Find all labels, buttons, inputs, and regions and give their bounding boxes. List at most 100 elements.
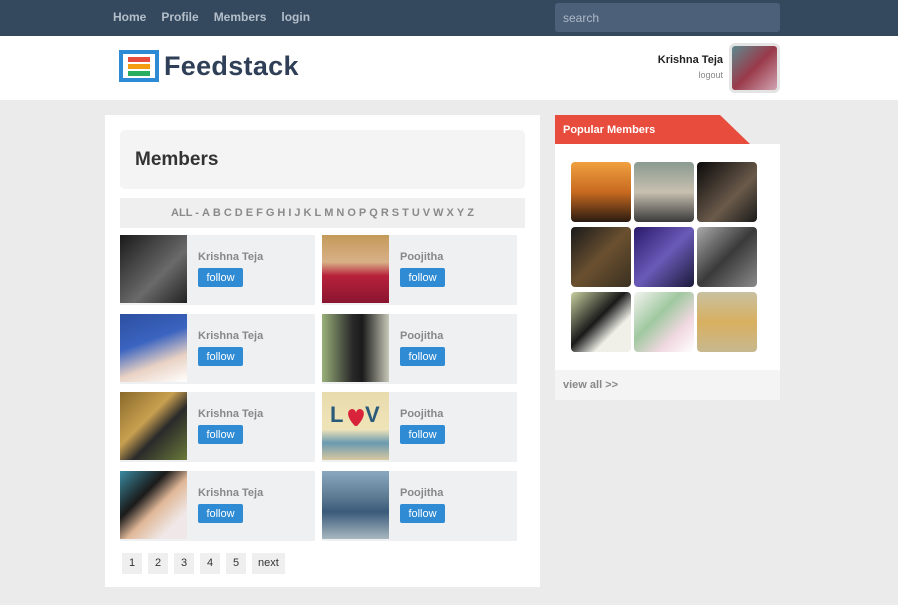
next-page-link[interactable]: next xyxy=(252,553,285,574)
filter-letter[interactable]: V xyxy=(423,207,430,219)
member-photo[interactable] xyxy=(322,314,389,382)
filter-letter[interactable]: Q xyxy=(369,207,378,219)
filter-letter[interactable]: G xyxy=(266,207,275,219)
filter-letter[interactable]: M xyxy=(324,207,333,219)
filter-letter[interactable]: O xyxy=(347,207,356,219)
member-card: L V Poojitha follow xyxy=(322,392,517,462)
member-photo[interactable] xyxy=(120,235,187,303)
follow-button[interactable]: follow xyxy=(400,504,445,523)
follow-button[interactable]: follow xyxy=(198,425,243,444)
member-card: Krishna Teja follow xyxy=(120,471,315,541)
member-photo[interactable] xyxy=(120,314,187,382)
filter-letter[interactable]: P xyxy=(359,207,366,219)
nav-login-link[interactable]: login xyxy=(281,10,310,24)
page-link[interactable]: 1 xyxy=(122,553,142,574)
member-photo[interactable] xyxy=(322,471,389,539)
popular-member-photo[interactable] xyxy=(697,227,757,287)
member-card: Krishna Teja follow xyxy=(120,314,315,384)
user-name[interactable]: Krishna Teja xyxy=(658,54,723,66)
love-image: L V xyxy=(330,402,380,427)
page-link[interactable]: 4 xyxy=(200,553,220,574)
member-name[interactable]: Krishna Teja xyxy=(198,330,263,342)
follow-button[interactable]: follow xyxy=(400,347,445,366)
member-name[interactable]: Poojitha xyxy=(400,330,443,342)
filter-letter[interactable]: K xyxy=(304,207,312,219)
member-name[interactable]: Krishna Teja xyxy=(198,251,263,263)
nav-home-link[interactable]: Home xyxy=(113,10,146,24)
nav-members-link[interactable]: Members xyxy=(214,10,267,24)
popular-members-panel: view all >> xyxy=(555,144,780,400)
title-box: Members xyxy=(120,130,525,189)
member-name[interactable]: Krishna Teja xyxy=(198,487,263,499)
member-card: Poojitha follow xyxy=(322,471,517,541)
popular-member-photo[interactable] xyxy=(697,162,757,222)
top-navbar: Home Profile Members login xyxy=(0,0,898,36)
user-avatar[interactable] xyxy=(729,43,780,93)
popular-member-photo[interactable] xyxy=(571,227,631,287)
filter-letter[interactable]: L xyxy=(314,207,321,219)
site-header: Feedstack Krishna Teja logout xyxy=(0,36,898,100)
popular-member-photo[interactable] xyxy=(697,292,757,352)
follow-button[interactable]: follow xyxy=(400,268,445,287)
filter-letter[interactable]: T xyxy=(402,207,409,219)
page-title: Members xyxy=(135,149,219,170)
page-link[interactable]: 5 xyxy=(226,553,246,574)
page-link[interactable]: 2 xyxy=(148,553,168,574)
filter-letter[interactable]: Y xyxy=(457,207,464,219)
svg-text:V: V xyxy=(365,402,380,427)
member-name[interactable]: Krishna Teja xyxy=(198,408,263,420)
popular-member-photo[interactable] xyxy=(634,162,694,222)
filter-letter[interactable]: E xyxy=(246,207,253,219)
filter-letter[interactable]: B xyxy=(213,207,221,219)
member-card: Poojitha follow xyxy=(322,235,517,305)
logout-link[interactable]: logout xyxy=(658,70,723,80)
main-nav: Home Profile Members login xyxy=(113,10,310,24)
member-photo[interactable] xyxy=(120,392,187,460)
member-photo[interactable]: L V xyxy=(322,392,389,460)
popular-member-photo[interactable] xyxy=(571,162,631,222)
logo-icon xyxy=(119,50,159,82)
pagination: 1 2 3 4 5 next xyxy=(122,553,285,574)
member-name[interactable]: Poojitha xyxy=(400,251,443,263)
page-link[interactable]: 3 xyxy=(174,553,194,574)
popular-member-photo[interactable] xyxy=(634,227,694,287)
member-name[interactable]: Poojitha xyxy=(400,408,443,420)
filter-letter[interactable]: U xyxy=(412,207,420,219)
filter-letter[interactable]: S xyxy=(392,207,399,219)
follow-button[interactable]: follow xyxy=(198,347,243,366)
popular-member-photo[interactable] xyxy=(571,292,631,352)
member-card: Poojitha follow xyxy=(322,314,517,384)
popular-member-photo[interactable] xyxy=(634,292,694,352)
user-info: Krishna Teja logout xyxy=(658,54,723,80)
member-photo[interactable] xyxy=(322,235,389,303)
popular-members-tab: Popular Members xyxy=(555,115,750,144)
nav-profile-link[interactable]: Profile xyxy=(161,10,198,24)
filter-letter[interactable]: C xyxy=(224,207,232,219)
member-name[interactable]: Poojitha xyxy=(400,487,443,499)
filter-letter[interactable]: J xyxy=(294,207,300,219)
popular-members-footer: view all >> xyxy=(555,370,780,400)
filter-all[interactable]: ALL - xyxy=(171,207,199,219)
popular-members-title: Popular Members xyxy=(563,124,656,136)
follow-button[interactable]: follow xyxy=(198,268,243,287)
search-input[interactable] xyxy=(555,3,780,32)
follow-button[interactable]: follow xyxy=(198,504,243,523)
member-card: Krishna Teja follow xyxy=(120,235,315,305)
filter-letter[interactable]: Z xyxy=(467,207,474,219)
follow-button[interactable]: follow xyxy=(400,425,445,444)
filter-letter[interactable]: I xyxy=(288,207,291,219)
filter-letter[interactable]: X xyxy=(447,207,454,219)
filter-letter[interactable]: R xyxy=(381,207,389,219)
filter-letter[interactable]: D xyxy=(235,207,243,219)
site-logo[interactable]: Feedstack xyxy=(119,50,299,82)
logo-text: Feedstack xyxy=(164,50,299,81)
svg-text:L: L xyxy=(330,402,343,427)
filter-letter[interactable]: A xyxy=(202,207,210,219)
filter-letter[interactable]: F xyxy=(256,207,263,219)
members-panel: Members ALL - A B C D E F G H I J K L M … xyxy=(105,115,540,587)
member-photo[interactable] xyxy=(120,471,187,539)
view-all-link[interactable]: view all >> xyxy=(563,379,618,391)
filter-letter[interactable]: N xyxy=(336,207,344,219)
filter-letter[interactable]: H xyxy=(277,207,285,219)
filter-letter[interactable]: W xyxy=(433,207,443,219)
